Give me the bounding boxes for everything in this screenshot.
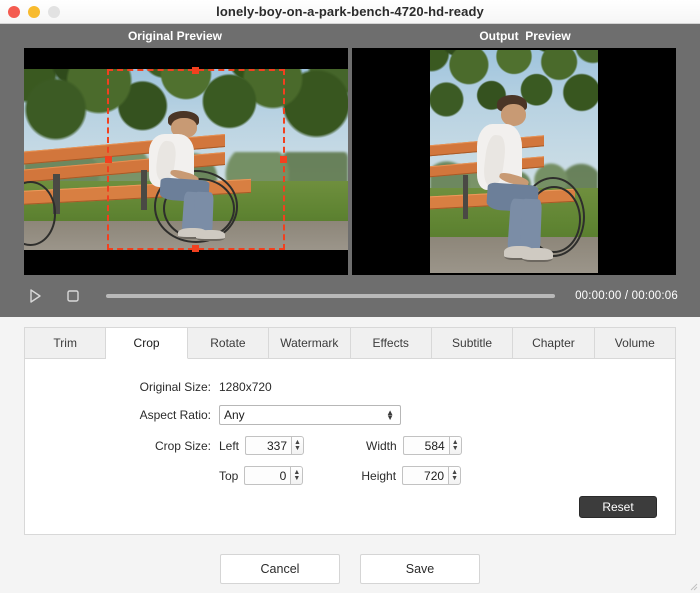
title-bar: lonely-boy-on-a-park-bench-4720-hd-ready (0, 0, 700, 24)
width-stepper[interactable]: ▲▼ (402, 436, 462, 455)
tab-trim[interactable]: Trim (24, 327, 107, 359)
tab-rotate[interactable]: Rotate (187, 327, 270, 359)
playback-progress-slider[interactable] (106, 294, 556, 298)
window-title: lonely-boy-on-a-park-bench-4720-hd-ready (216, 4, 484, 19)
left-stepper[interactable]: ▲▼ (245, 436, 305, 455)
tab-watermark[interactable]: Watermark (269, 327, 351, 359)
output-video-frame (429, 50, 599, 273)
dialog-footer: Cancel Save (0, 535, 700, 593)
preview-panels (0, 48, 700, 275)
tab-chapter[interactable]: Chapter (513, 327, 595, 359)
original-preview-panel[interactable] (24, 48, 348, 275)
crop-tab-panel: Original Size: 1280x720 Aspect Ratio: An… (24, 358, 676, 535)
stop-icon[interactable] (60, 283, 86, 309)
boy-shin (519, 199, 542, 254)
original-preview-label: Original Preview (127, 29, 223, 43)
time-display: 00:00:00 / 00:00:06 (575, 290, 678, 302)
playback-controls: 00:00:00 / 00:00:06 (0, 275, 700, 317)
width-input[interactable] (402, 436, 449, 455)
tab-strip: Trim Crop Rotate Watermark Effects Subti… (24, 327, 676, 359)
zoom-button (48, 6, 60, 18)
left-label: Left (219, 438, 240, 453)
original-size-value: 1280x720 (219, 380, 272, 394)
reset-button[interactable]: Reset (579, 496, 657, 518)
bench-leg (463, 174, 469, 220)
tab-crop[interactable]: Crop (106, 327, 188, 359)
width-label: Width (366, 438, 397, 453)
aspect-ratio-row: Aspect Ratio: Any ▲ ▼ (43, 405, 657, 425)
boy-shoe (522, 248, 553, 262)
aspect-ratio-label: Aspect Ratio: (139, 408, 211, 422)
top-label: Top (219, 468, 239, 483)
output-preview-label: Output Preview (479, 29, 571, 43)
height-field-group: Height ▲▼ (361, 466, 462, 485)
aspect-ratio-select[interactable]: Any ▲ ▼ (219, 405, 401, 425)
window-traffic-lights (8, 0, 60, 24)
left-stepper-arrows[interactable]: ▲ ▼ (291, 436, 305, 455)
crop-size-row-2: Top ▲▼ Height ▲▼ (43, 466, 657, 485)
tab-subtitle[interactable]: Subtitle (431, 327, 514, 359)
close-button[interactable] (8, 6, 20, 18)
original-size-label: Original Size: (139, 380, 211, 394)
top-stepper-arrows[interactable]: ▲ ▼ (290, 466, 304, 485)
height-label: Height (361, 468, 397, 483)
original-video-frame (24, 69, 348, 250)
tab-volume[interactable]: Volume (594, 327, 676, 359)
resize-grip[interactable] (688, 581, 698, 591)
save-button[interactable]: Save (360, 554, 480, 584)
original-size-row: Original Size: 1280x720 (43, 380, 657, 394)
preview-area: Original Preview Output Preview 00:00:00… (0, 24, 700, 317)
minimize-button[interactable] (28, 6, 40, 18)
chevron-updown-icon: ▲ ▼ (386, 408, 394, 422)
top-field-group: Top ▲▼ (219, 466, 304, 485)
left-field-group: Left ▲▼ (219, 436, 305, 455)
output-preview-panel[interactable] (352, 48, 676, 275)
top-input[interactable] (244, 466, 291, 485)
boy-shoe (195, 230, 225, 241)
width-field-group: Width ▲▼ (366, 436, 462, 455)
height-stepper[interactable]: ▲▼ (402, 466, 462, 485)
cancel-button[interactable]: Cancel (220, 554, 340, 584)
preview-labels: Original Preview Output Preview (0, 24, 700, 48)
tab-effects[interactable]: Effects (350, 327, 432, 359)
height-input[interactable] (402, 466, 449, 485)
crop-size-label: Crop Size: (154, 438, 211, 453)
top-stepper[interactable]: ▲▼ (244, 466, 304, 485)
crop-size-row-1: Crop Size: Left ▲▼ Width ▲▼ (43, 436, 657, 455)
left-input[interactable] (245, 436, 292, 455)
crop-dialog-window: lonely-boy-on-a-park-bench-4720-hd-ready… (0, 0, 700, 593)
width-stepper-arrows[interactable]: ▲ ▼ (448, 436, 462, 455)
boy-head (500, 103, 526, 126)
height-stepper-arrows[interactable]: ▲ ▼ (448, 466, 462, 485)
bench-leg (140, 170, 148, 211)
play-icon[interactable] (22, 283, 48, 309)
aspect-ratio-value: Any (224, 408, 245, 422)
tabs-container: Trim Crop Rotate Watermark Effects Subti… (0, 317, 700, 535)
